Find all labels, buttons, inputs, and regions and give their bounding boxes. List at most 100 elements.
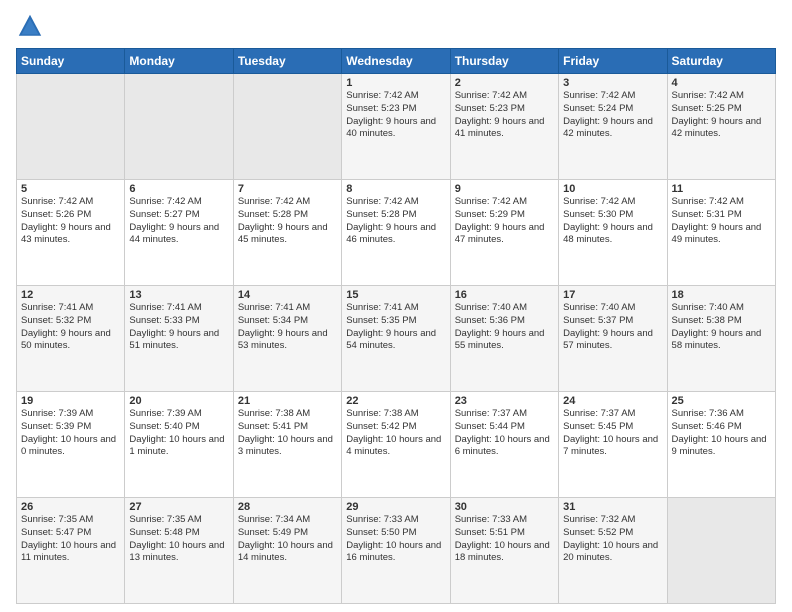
- daylight-label: Daylight: 10 hours and 9 minutes.: [672, 434, 767, 458]
- sunset-label: Sunset: 5:27 PM: [129, 209, 199, 220]
- calendar-cell: 22 Sunrise: 7:38 AM Sunset: 5:42 PM Dayl…: [342, 392, 450, 498]
- sunrise-label: Sunrise: 7:42 AM: [129, 196, 201, 207]
- day-info: Sunrise: 7:42 AM Sunset: 5:27 PM Dayligh…: [129, 196, 228, 247]
- day-info: Sunrise: 7:42 AM Sunset: 5:23 PM Dayligh…: [455, 90, 554, 141]
- day-number: 17: [563, 289, 662, 301]
- daylight-label: Daylight: 10 hours and 18 minutes.: [455, 540, 550, 564]
- calendar-cell: 11 Sunrise: 7:42 AM Sunset: 5:31 PM Dayl…: [667, 180, 775, 286]
- daylight-label: Daylight: 9 hours and 40 minutes.: [346, 116, 436, 140]
- sunset-label: Sunset: 5:48 PM: [129, 527, 199, 538]
- daylight-label: Daylight: 10 hours and 16 minutes.: [346, 540, 441, 564]
- calendar-cell: 28 Sunrise: 7:34 AM Sunset: 5:49 PM Dayl…: [233, 498, 341, 604]
- daylight-label: Daylight: 9 hours and 41 minutes.: [455, 116, 545, 140]
- calendar-cell: 12 Sunrise: 7:41 AM Sunset: 5:32 PM Dayl…: [17, 286, 125, 392]
- day-number: 22: [346, 395, 445, 407]
- daylight-label: Daylight: 9 hours and 46 minutes.: [346, 222, 436, 246]
- daylight-label: Daylight: 9 hours and 49 minutes.: [672, 222, 762, 246]
- sunrise-label: Sunrise: 7:40 AM: [672, 302, 744, 313]
- day-number: 29: [346, 501, 445, 513]
- day-info: Sunrise: 7:35 AM Sunset: 5:47 PM Dayligh…: [21, 514, 120, 565]
- day-number: 4: [672, 77, 771, 89]
- sunset-label: Sunset: 5:28 PM: [346, 209, 416, 220]
- calendar-cell: 14 Sunrise: 7:41 AM Sunset: 5:34 PM Dayl…: [233, 286, 341, 392]
- calendar-cell: 10 Sunrise: 7:42 AM Sunset: 5:30 PM Dayl…: [559, 180, 667, 286]
- weekday-header-row: SundayMondayTuesdayWednesdayThursdayFrid…: [17, 49, 776, 74]
- day-number: 31: [563, 501, 662, 513]
- day-number: 21: [238, 395, 337, 407]
- sunset-label: Sunset: 5:40 PM: [129, 421, 199, 432]
- daylight-label: Daylight: 10 hours and 4 minutes.: [346, 434, 441, 458]
- weekday-header: Tuesday: [233, 49, 341, 74]
- day-info: Sunrise: 7:39 AM Sunset: 5:40 PM Dayligh…: [129, 408, 228, 459]
- sunrise-label: Sunrise: 7:40 AM: [563, 302, 635, 313]
- weekday-header: Wednesday: [342, 49, 450, 74]
- calendar-cell: 21 Sunrise: 7:38 AM Sunset: 5:41 PM Dayl…: [233, 392, 341, 498]
- day-info: Sunrise: 7:42 AM Sunset: 5:30 PM Dayligh…: [563, 196, 662, 247]
- sunrise-label: Sunrise: 7:42 AM: [672, 196, 744, 207]
- day-info: Sunrise: 7:42 AM Sunset: 5:25 PM Dayligh…: [672, 90, 771, 141]
- daylight-label: Daylight: 9 hours and 53 minutes.: [238, 328, 328, 352]
- sunrise-label: Sunrise: 7:42 AM: [238, 196, 310, 207]
- calendar-cell: 16 Sunrise: 7:40 AM Sunset: 5:36 PM Dayl…: [450, 286, 558, 392]
- day-info: Sunrise: 7:38 AM Sunset: 5:41 PM Dayligh…: [238, 408, 337, 459]
- weekday-header: Thursday: [450, 49, 558, 74]
- daylight-label: Daylight: 10 hours and 14 minutes.: [238, 540, 333, 564]
- day-info: Sunrise: 7:41 AM Sunset: 5:34 PM Dayligh…: [238, 302, 337, 353]
- day-info: Sunrise: 7:42 AM Sunset: 5:26 PM Dayligh…: [21, 196, 120, 247]
- day-number: 28: [238, 501, 337, 513]
- sunrise-label: Sunrise: 7:39 AM: [21, 408, 93, 419]
- daylight-label: Daylight: 9 hours and 45 minutes.: [238, 222, 328, 246]
- sunrise-label: Sunrise: 7:42 AM: [563, 196, 635, 207]
- sunrise-label: Sunrise: 7:42 AM: [563, 90, 635, 101]
- sunrise-label: Sunrise: 7:33 AM: [455, 514, 527, 525]
- day-info: Sunrise: 7:36 AM Sunset: 5:46 PM Dayligh…: [672, 408, 771, 459]
- daylight-label: Daylight: 10 hours and 13 minutes.: [129, 540, 224, 564]
- sunset-label: Sunset: 5:30 PM: [563, 209, 633, 220]
- sunset-label: Sunset: 5:42 PM: [346, 421, 416, 432]
- sunset-label: Sunset: 5:23 PM: [346, 103, 416, 114]
- calendar-cell: 1 Sunrise: 7:42 AM Sunset: 5:23 PM Dayli…: [342, 74, 450, 180]
- calendar-week-row: 5 Sunrise: 7:42 AM Sunset: 5:26 PM Dayli…: [17, 180, 776, 286]
- sunrise-label: Sunrise: 7:42 AM: [455, 90, 527, 101]
- daylight-label: Daylight: 10 hours and 1 minute.: [129, 434, 224, 458]
- calendar-cell: 29 Sunrise: 7:33 AM Sunset: 5:50 PM Dayl…: [342, 498, 450, 604]
- calendar-cell: 2 Sunrise: 7:42 AM Sunset: 5:23 PM Dayli…: [450, 74, 558, 180]
- daylight-label: Daylight: 10 hours and 7 minutes.: [563, 434, 658, 458]
- sunset-label: Sunset: 5:35 PM: [346, 315, 416, 326]
- day-number: 12: [21, 289, 120, 301]
- sunrise-label: Sunrise: 7:41 AM: [238, 302, 310, 313]
- sunset-label: Sunset: 5:50 PM: [346, 527, 416, 538]
- day-info: Sunrise: 7:40 AM Sunset: 5:36 PM Dayligh…: [455, 302, 554, 353]
- daylight-label: Daylight: 9 hours and 44 minutes.: [129, 222, 219, 246]
- calendar-cell: 13 Sunrise: 7:41 AM Sunset: 5:33 PM Dayl…: [125, 286, 233, 392]
- day-number: 18: [672, 289, 771, 301]
- day-info: Sunrise: 7:41 AM Sunset: 5:33 PM Dayligh…: [129, 302, 228, 353]
- sunset-label: Sunset: 5:26 PM: [21, 209, 91, 220]
- weekday-header: Friday: [559, 49, 667, 74]
- day-info: Sunrise: 7:42 AM Sunset: 5:28 PM Dayligh…: [238, 196, 337, 247]
- day-number: 27: [129, 501, 228, 513]
- calendar-cell: 7 Sunrise: 7:42 AM Sunset: 5:28 PM Dayli…: [233, 180, 341, 286]
- day-info: Sunrise: 7:42 AM Sunset: 5:31 PM Dayligh…: [672, 196, 771, 247]
- calendar-cell: 15 Sunrise: 7:41 AM Sunset: 5:35 PM Dayl…: [342, 286, 450, 392]
- sunset-label: Sunset: 5:33 PM: [129, 315, 199, 326]
- day-number: 15: [346, 289, 445, 301]
- day-number: 5: [21, 183, 120, 195]
- weekday-header: Monday: [125, 49, 233, 74]
- daylight-label: Daylight: 10 hours and 6 minutes.: [455, 434, 550, 458]
- day-info: Sunrise: 7:38 AM Sunset: 5:42 PM Dayligh…: [346, 408, 445, 459]
- daylight-label: Daylight: 9 hours and 47 minutes.: [455, 222, 545, 246]
- daylight-label: Daylight: 9 hours and 51 minutes.: [129, 328, 219, 352]
- daylight-label: Daylight: 9 hours and 50 minutes.: [21, 328, 111, 352]
- calendar-cell: 26 Sunrise: 7:35 AM Sunset: 5:47 PM Dayl…: [17, 498, 125, 604]
- sunrise-label: Sunrise: 7:39 AM: [129, 408, 201, 419]
- sunset-label: Sunset: 5:34 PM: [238, 315, 308, 326]
- day-number: 6: [129, 183, 228, 195]
- page: SundayMondayTuesdayWednesdayThursdayFrid…: [0, 0, 792, 612]
- day-number: 1: [346, 77, 445, 89]
- sunset-label: Sunset: 5:45 PM: [563, 421, 633, 432]
- calendar-cell: 31 Sunrise: 7:32 AM Sunset: 5:52 PM Dayl…: [559, 498, 667, 604]
- day-number: 25: [672, 395, 771, 407]
- sunset-label: Sunset: 5:32 PM: [21, 315, 91, 326]
- calendar-cell: 19 Sunrise: 7:39 AM Sunset: 5:39 PM Dayl…: [17, 392, 125, 498]
